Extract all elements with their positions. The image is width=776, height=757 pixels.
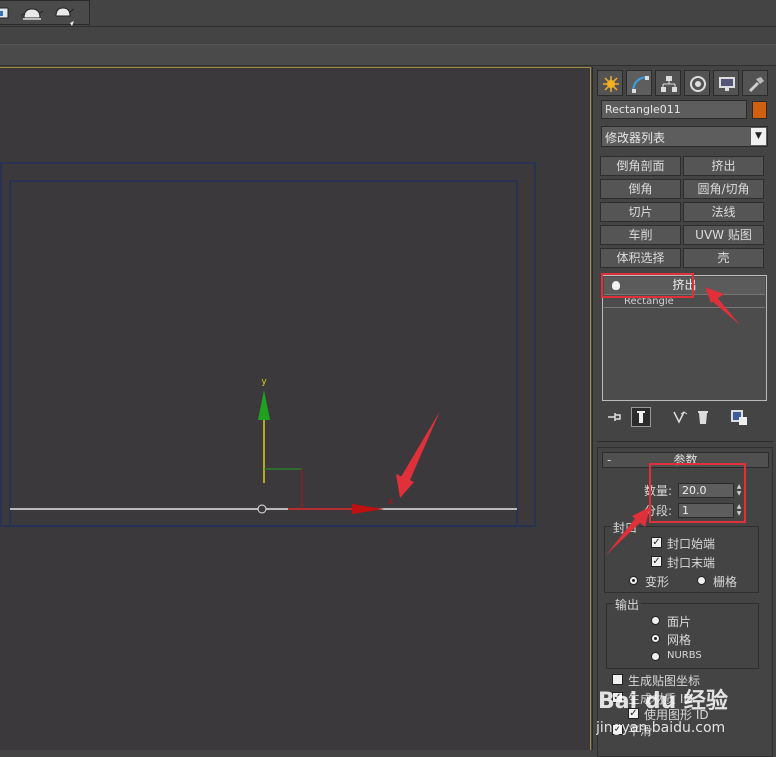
morph-radio[interactable] (629, 576, 638, 585)
annotation-box-amount (649, 463, 746, 523)
capping-group: 封口 ✓ 封口始端 ✓ 封口末端 变形 栅格 (604, 519, 759, 593)
render-production-icon[interactable] (52, 3, 75, 26)
panel-tabs (597, 70, 771, 96)
remove-modifier-icon[interactable] (693, 407, 713, 427)
gizmo-x-label: x (388, 497, 394, 507)
cap-start-checkbox[interactable]: ✓ (651, 537, 662, 548)
modifier-list-label: 修改器列表 (605, 131, 666, 145)
modifier-button-uvw-map[interactable]: UVW 贴图 (683, 225, 764, 245)
annotation-box-extrude (601, 273, 694, 298)
use-shape-ids-checkbox[interactable]: ✓ (628, 708, 639, 719)
annotation-arrow-viewport (398, 411, 440, 487)
cap-end-checkbox[interactable]: ✓ (651, 556, 662, 567)
pin-stack-icon[interactable] (605, 407, 625, 427)
cap-start-label: 封口始端 (667, 537, 716, 551)
patch-label: 面片 (667, 615, 692, 629)
create-icon (603, 76, 619, 92)
modifier-button-extrude[interactable]: 挤出 (683, 156, 764, 176)
gizmo-y-arrow (258, 390, 270, 420)
hierarchy-tab[interactable] (655, 70, 681, 96)
main-toolbar (0, 0, 776, 27)
gizmo-x-arrow (352, 504, 384, 514)
safe-frame-outer (0, 162, 536, 527)
pivot-circle (257, 504, 267, 514)
modify-icon (632, 76, 649, 93)
gen-mapping-label: 生成贴图坐标 (628, 674, 701, 688)
stack-toolbar (605, 407, 765, 429)
modifier-button-fillet-chamfer[interactable]: 圆角/切角 (683, 179, 764, 199)
configure-sets-icon[interactable] (729, 407, 749, 427)
motion-icon (690, 76, 706, 92)
utilities-tab[interactable] (742, 70, 768, 96)
motion-tab[interactable] (684, 70, 710, 96)
utilities-icon (748, 77, 764, 93)
modifier-button-bevel[interactable]: 倒角 (600, 179, 681, 199)
morph-label: 变形 (645, 575, 670, 589)
teapot-icon[interactable] (20, 3, 44, 23)
mesh-radio[interactable] (651, 634, 660, 643)
create-tab[interactable] (597, 70, 623, 96)
modifier-button-volume-select[interactable]: 体积选择 (600, 248, 681, 268)
modifier-button-lathe[interactable]: 车削 (600, 225, 681, 245)
nurbs-radio[interactable] (651, 652, 660, 661)
smooth-checkbox[interactable]: ✓ (612, 724, 623, 735)
modifier-button-normal[interactable]: 法线 (683, 202, 764, 222)
make-unique-icon[interactable] (671, 407, 691, 427)
object-color-swatch[interactable] (752, 101, 767, 119)
use-shape-ids-label: 使用图形 ID (644, 708, 709, 722)
output-title: 输出 (613, 596, 642, 613)
object-name-field[interactable]: Rectangle011 (601, 100, 747, 119)
cap-end-label: 封口末端 (667, 556, 716, 570)
smooth-label: 平滑 (628, 724, 653, 738)
gizmo-y-label: y (261, 377, 267, 387)
collapse-toggle[interactable]: - (607, 453, 611, 467)
mesh-label: 网格 (667, 633, 692, 647)
render-toolbar-group (0, 0, 90, 26)
patch-radio[interactable] (651, 616, 660, 625)
modifier-button-bevel-profile[interactable]: 倒角剖面 (600, 156, 681, 176)
modifier-list-dropdown[interactable]: 修改器列表 ▼ (601, 126, 768, 147)
modify-tab[interactable] (626, 70, 652, 96)
modifier-button-slice[interactable]: 切片 (600, 202, 681, 222)
command-panel: Rectangle011 修改器列表 ▼ 倒角剖面 挤出 倒角 圆角/切角 切片… (592, 67, 776, 757)
chevron-down-icon[interactable]: ▼ (751, 128, 766, 145)
grid-radio[interactable] (697, 576, 706, 585)
nurbs-label: NURBS (667, 650, 702, 661)
rollout-separator (597, 441, 773, 442)
render-frame-icon[interactable] (0, 3, 14, 23)
capping-title: 封口 (611, 519, 640, 536)
grid-label: 栅格 (713, 575, 738, 589)
show-end-result-icon[interactable] (631, 407, 651, 427)
viewport-canvas: y x (0, 162, 536, 527)
gen-mat-ids-checkbox[interactable]: ✓ (612, 692, 623, 703)
output-group: 输出 面片 网格 NURBS (606, 596, 759, 669)
display-icon (719, 77, 735, 91)
gen-mat-ids-label: 生成材质 ID (628, 692, 693, 706)
modifier-button-shell[interactable]: 壳 (683, 248, 764, 268)
hierarchy-icon (661, 76, 677, 92)
perspective-viewport[interactable]: y x (0, 67, 591, 750)
ribbon-strip (0, 44, 776, 66)
display-tab[interactable] (713, 70, 739, 96)
gen-mapping-checkbox[interactable]: ✓ (612, 674, 623, 685)
